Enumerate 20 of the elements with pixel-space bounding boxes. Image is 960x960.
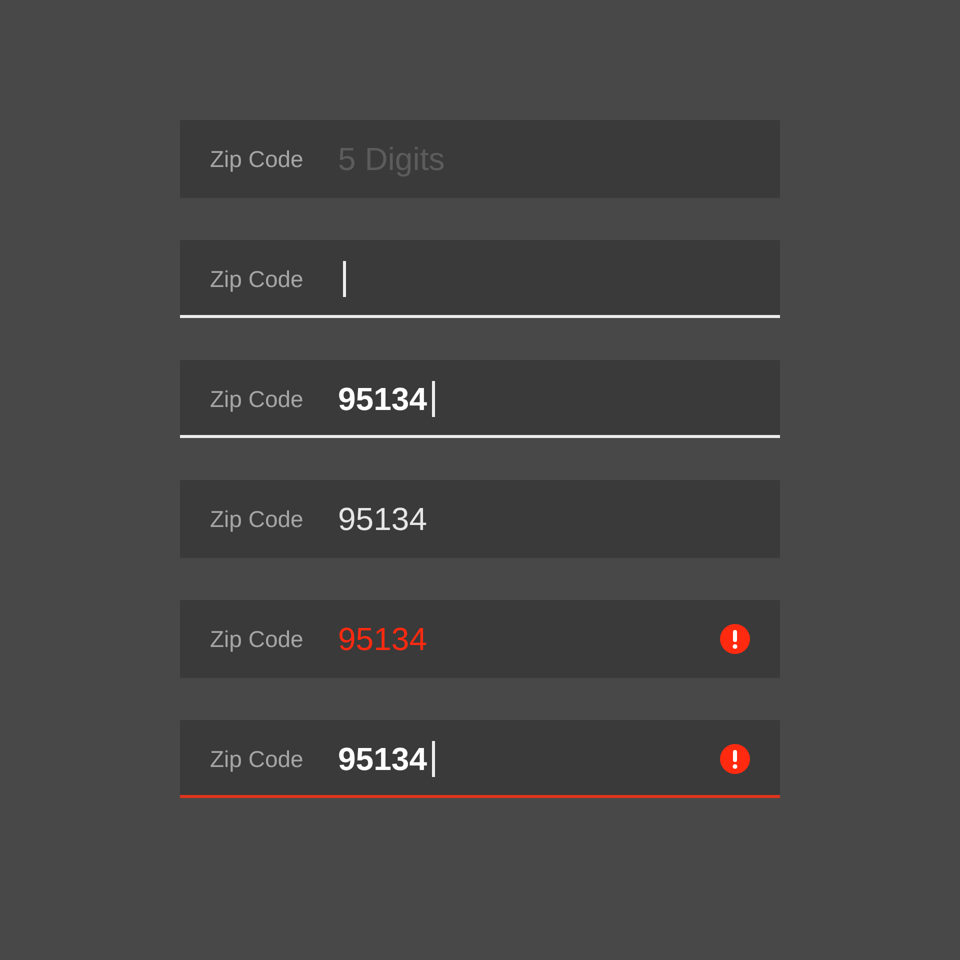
zip-code-field[interactable]: Zip Code 95134 [180, 720, 780, 798]
field-value: 95134 [338, 620, 427, 658]
field-label: Zip Code [210, 146, 304, 172]
field-value: 95134 [338, 380, 427, 418]
field-label: Zip Code [210, 506, 304, 532]
zip-code-field[interactable]: Zip Code [180, 240, 780, 318]
text-caret [432, 381, 435, 417]
field-value: 95134 [338, 500, 427, 538]
zip-code-field[interactable]: Zip Code 95134 [180, 360, 780, 438]
field-value: 95134 [338, 740, 427, 778]
zip-code-field[interactable]: Zip Code 95134 [180, 480, 780, 558]
zip-code-field[interactable]: Zip Code 95134 [180, 600, 780, 678]
error-icon [720, 744, 750, 774]
text-caret [343, 261, 346, 297]
field-label: Zip Code [210, 266, 304, 292]
error-icon [720, 624, 750, 654]
field-label: Zip Code [210, 746, 304, 772]
text-caret [432, 741, 435, 777]
field-label: Zip Code [210, 626, 304, 652]
field-label: Zip Code [210, 386, 304, 412]
